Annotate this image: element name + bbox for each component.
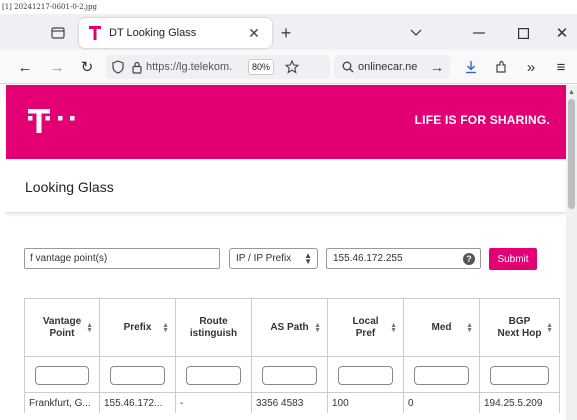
tab-looking-glass[interactable]: DT Looking Glass ✕ (79, 18, 272, 48)
sort-icon[interactable]: ▲ ▼ (390, 322, 397, 334)
reload-icon[interactable]: ↻ (76, 56, 98, 78)
query-type-value: IP / IP Prefix (236, 253, 292, 264)
filter-input[interactable] (186, 366, 241, 385)
search-text: onlinecar.ne (358, 61, 418, 73)
filter-cell (176, 357, 252, 393)
table-row[interactable]: Frankfurt, G... 155.46.172... - 3356 458… (24, 393, 560, 413)
filter-input[interactable] (35, 366, 89, 385)
cell-bgp-next-hop: 194.25.5.209 (480, 393, 560, 413)
brand-slogan: LIFE IS FOR SHARING. (414, 113, 550, 127)
chevron-down-icon[interactable] (405, 22, 427, 44)
filter-cell (480, 357, 560, 393)
filter-cell (24, 357, 100, 393)
page-title: Looking Glass (25, 179, 114, 195)
download-icon[interactable] (460, 56, 482, 78)
ip-prefix-value: 155.46.172.255 (333, 253, 403, 264)
navigation-bar: ← → ↻ https://lg.telekom. 80% onlinecar.… (0, 50, 577, 84)
zoom-level-badge[interactable]: 80% (248, 59, 275, 75)
search-icon (342, 61, 354, 73)
close-tab-icon[interactable]: ✕ (244, 23, 264, 43)
filter-row (24, 357, 560, 393)
url-text: https://lg.telekom. (146, 61, 233, 73)
title-bar: Looking Glass (6, 159, 566, 213)
go-arrow-icon[interactable]: → (430, 59, 444, 75)
vantage-point-input[interactable]: f vantage point(s) (24, 248, 220, 269)
select-arrows-icon: ▲ ▼ (304, 251, 312, 266)
sort-icon[interactable]: ▲ ▼ (466, 322, 473, 334)
filter-input[interactable] (262, 366, 317, 385)
shield-icon[interactable] (112, 60, 124, 74)
header-banner: LIFE IS FOR SHARING. (6, 85, 566, 159)
column-header-bgp-next-hop[interactable]: BGP Next Hop ▲ ▼ (480, 299, 560, 357)
cell-prefix: 155.46.172... (100, 393, 176, 413)
column-header-route-distinguisher[interactable]: Route istinguish (176, 299, 252, 357)
header-label: Vantage Point (42, 316, 82, 339)
new-tab-icon[interactable]: + (274, 22, 298, 44)
header-label: Prefix (123, 322, 152, 333)
query-type-select[interactable]: IP / IP Prefix ▲ ▼ (229, 248, 318, 269)
extensions-icon[interactable] (490, 56, 512, 78)
column-header-vantage-point[interactable]: Vantage Point ▲ ▼ (24, 299, 100, 357)
ip-prefix-input[interactable]: 155.46.172.255 ? (326, 248, 481, 269)
filter-cell (100, 357, 176, 393)
tab-list-icon[interactable] (46, 22, 70, 44)
telekom-favicon-icon (89, 26, 101, 40)
cell-vantage-point: Frankfurt, G... (24, 393, 100, 413)
image-caption: [1] 20241217-0601-0-2.jpg (2, 3, 97, 11)
header-label: AS Path (270, 322, 309, 333)
header-label: Med (431, 322, 452, 333)
sort-icon[interactable]: ▲ ▼ (86, 322, 93, 334)
back-arrow-icon[interactable]: ← (14, 56, 36, 78)
search-bar[interactable]: onlinecar.ne → (334, 55, 450, 79)
page-scrollbar[interactable]: ▲ (566, 85, 577, 420)
hamburger-menu-icon[interactable]: ≡ (550, 56, 572, 78)
sort-icon[interactable]: ▲ ▼ (546, 322, 553, 334)
query-controls: f vantage point(s) IP / IP Prefix ▲ ▼ 155… (24, 248, 564, 270)
sort-icon[interactable]: ▲ ▼ (314, 322, 321, 334)
tab-title: DT Looking Glass (109, 27, 197, 39)
cell-route-distinguisher: - (176, 393, 252, 413)
filter-cell (328, 357, 404, 393)
overflow-chevrons-icon[interactable]: » (520, 56, 542, 78)
column-header-local-pref[interactable]: Local Pref ▲ ▼ (328, 299, 404, 357)
header-label: Local Pref (352, 316, 379, 339)
sort-icon[interactable]: ▲ ▼ (162, 322, 169, 334)
column-header-prefix[interactable]: Prefix ▲ ▼ (100, 299, 176, 357)
column-header-as-path[interactable]: AS Path ▲ ▼ (252, 299, 328, 357)
window-close-icon[interactable]: ✕ (551, 22, 573, 44)
scroll-up-icon[interactable]: ▲ (566, 87, 577, 97)
forward-arrow-icon[interactable]: → (46, 56, 68, 78)
filter-input[interactable] (490, 366, 549, 385)
filter-input[interactable] (110, 366, 165, 385)
cell-med: 0 (404, 393, 480, 413)
telekom-logo[interactable] (28, 107, 80, 135)
header-label: BGP Next Hop (497, 316, 542, 339)
browser-window: DT Looking Glass ✕ + ✕ ← → ↻ https://lg.… (0, 14, 577, 420)
header-label: Route istinguish (189, 316, 238, 339)
web-page: LIFE IS FOR SHARING. Looking Glass f van… (6, 85, 566, 420)
cell-as-path: 3356 4583 (252, 393, 328, 413)
filter-input[interactable] (338, 366, 393, 385)
results-table: Vantage Point ▲ ▼ Prefix ▲ ▼ Route istinguis… (24, 298, 560, 413)
table-header-row: Vantage Point ▲ ▼ Prefix ▲ ▼ Route istinguis… (24, 299, 560, 357)
column-header-med[interactable]: Med ▲ ▼ (404, 299, 480, 357)
tab-strip: DT Looking Glass ✕ + ✕ (0, 14, 577, 50)
filter-input[interactable] (414, 366, 469, 385)
filter-cell (252, 357, 328, 393)
cell-local-pref: 100 (328, 393, 404, 413)
bookmark-star-icon[interactable] (284, 59, 300, 75)
url-bar[interactable]: https://lg.telekom. 80% (106, 55, 330, 79)
maximize-icon[interactable] (512, 22, 534, 44)
help-icon[interactable]: ? (463, 253, 475, 265)
filter-cell (404, 357, 480, 393)
minimize-icon[interactable] (468, 22, 490, 44)
scrollbar-thumb[interactable] (568, 99, 575, 209)
lock-icon[interactable] (132, 61, 142, 74)
submit-button[interactable]: Submit (489, 248, 537, 270)
